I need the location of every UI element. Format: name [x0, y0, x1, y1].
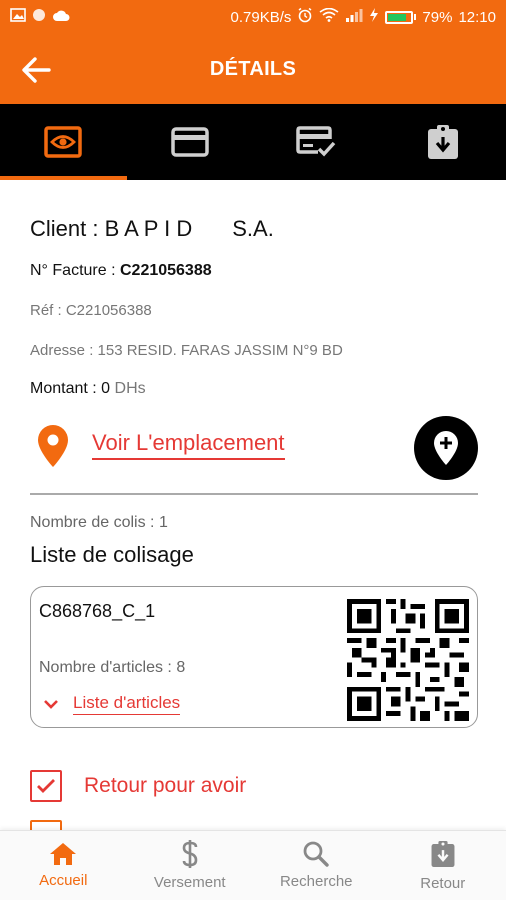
retour-avoir-label: Retour pour avoir: [84, 774, 247, 797]
eye-icon: [44, 126, 82, 158]
add-location-icon: [434, 431, 458, 465]
status-bar: 0.79KB/s 79% 12:10: [0, 0, 506, 34]
client-suffix: S.A.: [232, 216, 274, 241]
nav-recherche[interactable]: Recherche: [253, 831, 380, 900]
adresse-row: Adresse : 153 RESID. FARAS JASSIM N°9 BD: [30, 342, 343, 359]
facture-value: C221056388: [119, 262, 212, 279]
ref-row: Réf : C221056388: [30, 302, 152, 319]
client-name: Client : B A P I D S.A.: [30, 216, 274, 242]
second-option-row[interactable]: [30, 820, 62, 830]
nav-versement[interactable]: Versement: [127, 831, 254, 900]
nav-recherche-label: Recherche: [279, 873, 353, 890]
signal-icon: [345, 8, 363, 26]
package-card[interactable]: C868768_C_1 Nombre d'articles : 8 Liste …: [30, 586, 478, 728]
colisage-title: Liste de colisage: [30, 542, 194, 567]
charging-bolt-icon: [369, 8, 379, 26]
colis-count: Nombre de colis : 1: [30, 514, 168, 531]
nav-retour[interactable]: Retour: [380, 831, 506, 900]
clipboard-download-icon: [427, 125, 458, 159]
view-location-link[interactable]: Voir L'emplacement: [92, 430, 285, 460]
montant-row: Montant : 0 DHs: [30, 380, 146, 398]
articles-list-toggle[interactable]: Liste d'articles: [43, 693, 181, 715]
check-icon: [37, 779, 55, 793]
nav-versement-label: Versement: [153, 874, 226, 891]
tab-bar: [0, 104, 506, 180]
montant-label: Montant :: [30, 380, 102, 397]
screen: 0.79KB/s 79% 12:10 DÉTAILS Client: B A …: [0, 0, 506, 900]
articles-count: Nombre d'articles : 8: [39, 659, 186, 676]
facture-row: N° Facture : C221056388: [30, 262, 212, 280]
second-option-checkbox[interactable]: [30, 820, 62, 830]
status-right: 0.79KB/s 79% 12:10: [231, 7, 496, 27]
chevron-down-icon: [44, 700, 58, 709]
battery-percent: 79%: [422, 8, 453, 26]
retour-avoir-checkbox[interactable]: [30, 770, 62, 802]
tab-details[interactable]: [0, 104, 127, 180]
alarm-icon: [297, 7, 313, 27]
clipboard-download-icon: [431, 841, 455, 867]
search-icon: [303, 841, 329, 867]
package-code: C868768_C_1: [39, 601, 156, 621]
facture-label: N° Facture :: [30, 262, 120, 279]
wifi-icon: [319, 7, 339, 26]
nav-accueil[interactable]: Accueil: [0, 831, 127, 900]
app-bar: DÉTAILS: [0, 34, 506, 104]
divider: [30, 493, 478, 495]
articles-list-link: Liste d'articles: [73, 693, 181, 715]
bottom-nav: Accueil Versement Recherche Retour: [0, 830, 506, 900]
network-speed: 0.79KB/s: [230, 8, 292, 26]
map-pin-icon: [36, 424, 70, 473]
montant-value: 0: [101, 380, 111, 397]
credit-card-icon: [171, 127, 209, 157]
home-icon: [50, 843, 77, 865]
page-title: DÉTAILS: [209, 58, 297, 80]
dollar-icon: [182, 840, 198, 868]
details-content: Client : B A P I D S.A. N° Facture : C221…: [0, 180, 506, 830]
client-label: Client : B A P I D: [30, 216, 193, 241]
battery-icon: [385, 10, 417, 24]
nav-retour-label: Retour: [420, 875, 466, 892]
tab-returns[interactable]: [380, 104, 506, 180]
retour-avoir-checkbox-row[interactable]: Retour pour avoir: [30, 770, 246, 802]
payment-check-icon: [296, 126, 336, 157]
image-notification-icon: [10, 8, 26, 26]
qr-code-icon: [347, 599, 469, 721]
clock: 12:10: [458, 8, 496, 26]
tab-validation[interactable]: [253, 104, 380, 180]
montant-unit: DHs: [110, 380, 146, 397]
status-left: [10, 8, 70, 26]
circle-notification-icon: [32, 8, 46, 26]
cloud-icon: [52, 9, 70, 26]
add-location-button[interactable]: [414, 416, 478, 480]
nav-accueil-label: Accueil: [39, 872, 88, 889]
tab-payment[interactable]: [127, 104, 254, 180]
location-row: Voir L'emplacement: [30, 416, 480, 490]
